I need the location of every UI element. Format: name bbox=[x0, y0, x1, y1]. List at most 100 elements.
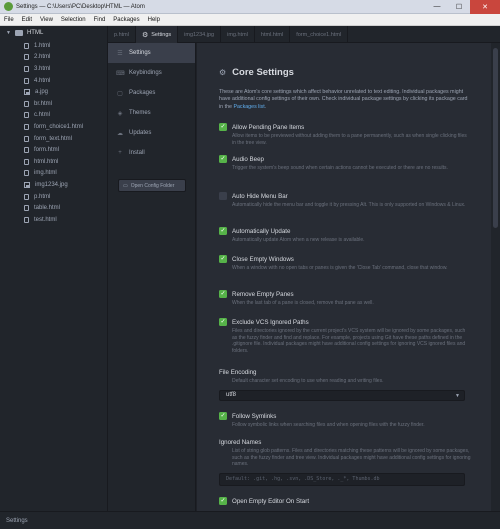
tree-file-item[interactable]: c.html bbox=[0, 110, 107, 122]
file-encoding-select[interactable]: utf8 ▼ bbox=[219, 389, 465, 401]
tree-file-item[interactable]: br.html bbox=[0, 98, 107, 110]
checkbox[interactable] bbox=[219, 192, 227, 200]
tree-file-item[interactable]: form_text.html bbox=[0, 133, 107, 145]
nav-label: Install bbox=[129, 150, 145, 156]
setting-description: List of string glob patterns. Files and … bbox=[232, 448, 471, 468]
tree-file-label: p.html bbox=[34, 193, 51, 200]
menu-view[interactable]: View bbox=[36, 17, 57, 23]
tree-file-label: c.html bbox=[34, 112, 51, 119]
packages-list-link[interactable]: Packages list bbox=[233, 104, 264, 110]
tab-label: form_choice1.html bbox=[296, 31, 342, 38]
setting-description: Automatically update Atom when a new rel… bbox=[232, 237, 365, 243]
checkbox[interactable]: ✓ bbox=[219, 155, 227, 163]
file-icon bbox=[24, 193, 29, 200]
file-icon bbox=[24, 54, 29, 61]
file-icon bbox=[24, 77, 29, 84]
gear-icon: ⚙ bbox=[219, 68, 227, 77]
nav-themes[interactable]: ◈ Themes bbox=[108, 103, 195, 123]
setting-description: Automatically hide the menu bar and togg… bbox=[232, 202, 466, 208]
tab-p-html[interactable]: p.html bbox=[108, 26, 136, 43]
tab-label: p.html bbox=[114, 31, 129, 38]
setting-ignored-names: Ignored Names List of string glob patter… bbox=[219, 439, 471, 486]
setting-description: Default character set encoding to use wh… bbox=[232, 378, 384, 384]
tree-file-item[interactable]: 4.html bbox=[0, 75, 107, 87]
open-config-label: Open Config Folder bbox=[130, 182, 175, 189]
file-icon bbox=[24, 42, 29, 49]
tree-file-label: 1.html bbox=[34, 42, 51, 49]
tree-file-item[interactable]: img.html bbox=[0, 168, 107, 180]
tree-file-item[interactable]: img1234.jpg bbox=[0, 179, 107, 191]
tree-file-item[interactable]: form_choice1.html bbox=[0, 121, 107, 133]
file-icon bbox=[24, 147, 29, 154]
checkbox[interactable]: ✓ bbox=[219, 123, 227, 131]
setting-file-encoding: File Encoding Default character set enco… bbox=[219, 369, 471, 401]
tree-root-label: HTML bbox=[26, 30, 44, 36]
menu-file[interactable]: File bbox=[0, 17, 18, 23]
nav-install[interactable]: + Install bbox=[108, 143, 195, 163]
setting-label: Close Empty Windows bbox=[232, 255, 294, 263]
tree-file-item[interactable]: 2.html bbox=[0, 52, 107, 64]
menu-find[interactable]: Find bbox=[90, 17, 110, 23]
setting-label: Ignored Names bbox=[219, 439, 262, 446]
file-icon bbox=[24, 170, 29, 177]
ignored-names-input[interactable]: Default: .git, .hg, .svn, .DS_Store, ._*… bbox=[219, 472, 465, 486]
checkbox[interactable]: ✓ bbox=[219, 318, 227, 326]
tree-file-item[interactable]: html.html bbox=[0, 156, 107, 168]
file-icon bbox=[24, 123, 29, 130]
tree-file-item[interactable]: p.html bbox=[0, 191, 107, 203]
checkbox[interactable]: ✓ bbox=[219, 227, 227, 235]
menu-help[interactable]: Help bbox=[144, 17, 164, 23]
setting-label: Automatically Update bbox=[232, 227, 291, 235]
nav-packages[interactable]: ▢ Packages bbox=[108, 83, 195, 103]
setting-label: Remove Empty Panes bbox=[232, 290, 294, 298]
checkbox[interactable]: ✓ bbox=[219, 412, 227, 420]
file-icon bbox=[24, 216, 29, 223]
tab-img-html[interactable]: img.html bbox=[221, 26, 255, 43]
tree-file-item[interactable]: 1.html bbox=[0, 40, 107, 52]
minimize-button[interactable]: — bbox=[426, 0, 448, 14]
package-icon: ▢ bbox=[117, 90, 123, 97]
nav-settings[interactable]: ☰ Settings bbox=[108, 43, 195, 63]
setting-description: When a window with no open tabs or panes… bbox=[232, 265, 448, 271]
tab-form-choice1-html[interactable]: form_choice1.html bbox=[290, 26, 349, 43]
close-button[interactable]: ✕ bbox=[470, 0, 500, 14]
setting-label: Open Empty Editor On Start bbox=[232, 497, 310, 505]
checkbox[interactable]: ✓ bbox=[219, 290, 227, 298]
menu-packages[interactable]: Packages bbox=[109, 17, 143, 23]
tab-label: img1234.jpg bbox=[184, 31, 215, 38]
tree-file-item[interactable]: form.html bbox=[0, 144, 107, 156]
gear-icon: ⚙ bbox=[141, 31, 149, 39]
nav-keybindings[interactable]: ⌨ Keybindings bbox=[108, 63, 195, 83]
checkbox[interactable]: ✓ bbox=[219, 255, 227, 263]
window-titlebar: Settings — C:\Users\PC\Desktop\HTML — At… bbox=[0, 0, 500, 14]
nav-label: Packages bbox=[129, 90, 156, 96]
tree-file-label: 2.html bbox=[34, 54, 51, 61]
tree-file-item[interactable]: table.html bbox=[0, 202, 107, 214]
tree-file-item[interactable]: a.jpg bbox=[0, 86, 107, 98]
settings-nav: ☰ Settings ⌨ Keybindings ▢ Packages ◈ Themes… bbox=[108, 43, 196, 511]
file-icon bbox=[24, 135, 29, 142]
tab-label: img.html bbox=[227, 31, 248, 38]
scrollbar-thumb[interactable] bbox=[493, 48, 498, 228]
checkbox[interactable]: ✓ bbox=[219, 497, 227, 505]
open-config-folder-button[interactable]: ▭ Open Config Folder bbox=[118, 179, 186, 192]
status-text: Settings bbox=[6, 517, 28, 524]
tab-html-html[interactable]: html.html bbox=[255, 26, 291, 43]
cloud-download-icon: ☁ bbox=[117, 130, 123, 137]
nav-label: Settings bbox=[129, 50, 151, 56]
menu-edit[interactable]: Edit bbox=[18, 17, 36, 23]
tree-file-item[interactable]: 3.html bbox=[0, 63, 107, 75]
setting-remove-empty-panes: ✓ Remove Empty Panes When the last tab of… bbox=[219, 290, 471, 307]
setting-description: When the last tab of a pane is closed, r… bbox=[232, 300, 374, 306]
menu-selection[interactable]: Selection bbox=[57, 17, 90, 23]
maximize-button[interactable]: ☐ bbox=[448, 0, 470, 14]
tab-settings[interactable]: ⚙ Settings bbox=[135, 26, 179, 43]
nav-updates[interactable]: ☁ Updates bbox=[108, 123, 195, 143]
tab-img1234-jpg[interactable]: img1234.jpg bbox=[178, 26, 222, 43]
keyboard-icon: ⌨ bbox=[116, 70, 125, 77]
tree-file-item[interactable]: test.html bbox=[0, 214, 107, 226]
tree-root-folder[interactable]: ▼ HTML bbox=[0, 26, 107, 40]
tree-file-label: test.html bbox=[34, 216, 57, 223]
setting-follow-symlinks: ✓ Follow Symlinks Follow symbolic links w… bbox=[219, 412, 471, 429]
core-settings-heading: ⚙ Core Settings bbox=[219, 67, 294, 78]
